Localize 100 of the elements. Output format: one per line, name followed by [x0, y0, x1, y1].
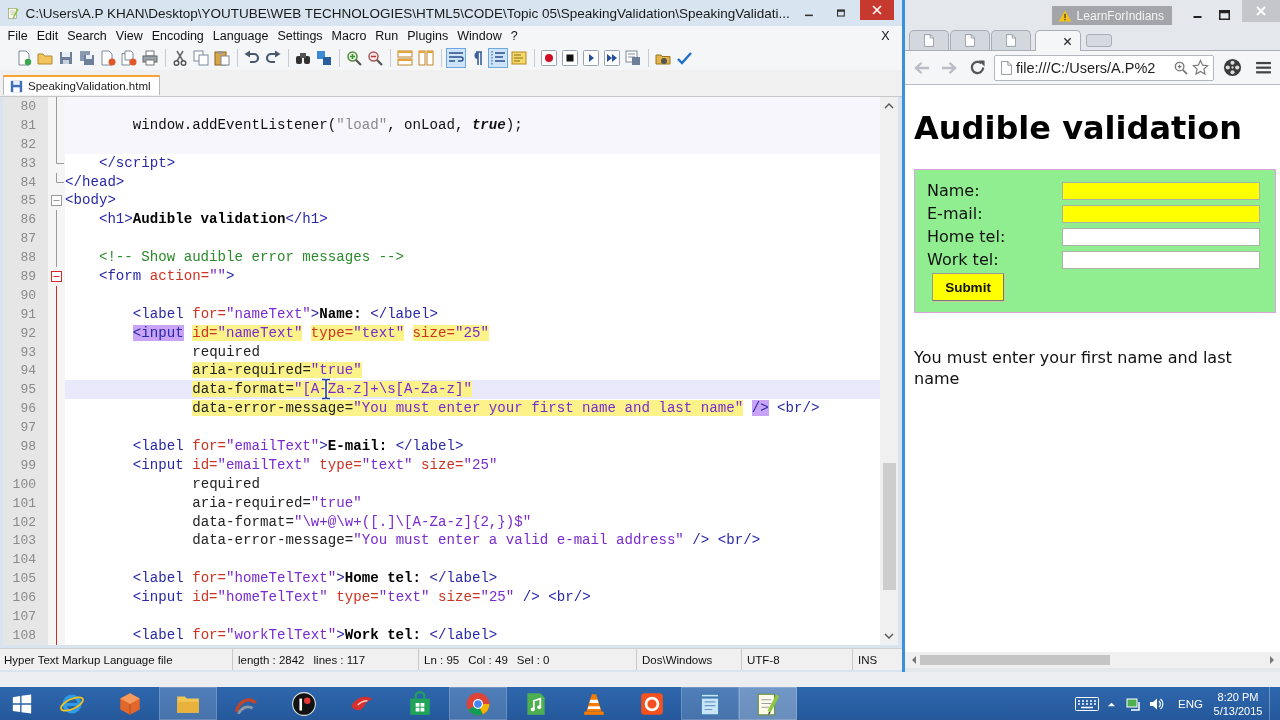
note-panel-icon	[511, 50, 527, 66]
window-close-button[interactable]	[859, 0, 894, 20]
code-line: <label for="homeTelText">Home tel: </label>	[132, 569, 498, 589]
browser-tab[interactable]	[991, 30, 1031, 50]
input-language[interactable]: ENG	[1178, 697, 1203, 710]
menu-item[interactable]: File	[3, 27, 33, 45]
menu-item[interactable]: Run	[370, 27, 403, 45]
star-icon[interactable]	[1192, 59, 1209, 76]
magnifier-minus-icon	[367, 50, 383, 66]
fast-forward-icon	[604, 50, 620, 66]
code-line: <input id="emailText" type="text" size="25"	[132, 455, 498, 475]
scroll-right-icon[interactable]	[1269, 655, 1275, 665]
menu-item[interactable]: Window	[452, 27, 507, 45]
status-text: Hyper Text Markup Language file	[4, 653, 173, 666]
magnifier-plus-icon	[346, 50, 362, 66]
file-tab[interactable]: SpeakingValidation.html	[3, 75, 160, 95]
close-icon[interactable]	[1063, 36, 1072, 46]
code-line: <label for="nameText">Name: </label>	[132, 304, 438, 324]
status-text: Sel : 0	[516, 653, 550, 666]
check-mark-icon	[676, 50, 692, 66]
screens-icon[interactable]	[1126, 695, 1143, 712]
address-bar[interactable]: file:///C:/Users/A.P%2	[994, 54, 1214, 81]
field-label: Name:	[927, 182, 981, 200]
segmented-circle-icon	[465, 690, 491, 717]
menu-item[interactable]: ?	[506, 27, 523, 45]
line-number: 87	[20, 232, 36, 246]
toolbar-button[interactable]	[602, 48, 622, 68]
code-line: data-error-message="You must enter your first name and last name" /> <br/>	[192, 399, 820, 419]
floppy-disks-icon	[79, 50, 95, 66]
text-field[interactable]	[1062, 228, 1260, 246]
menu-item[interactable]: Search	[62, 27, 112, 45]
stacked-windows-icon	[397, 50, 413, 66]
line-number: 98	[20, 439, 36, 453]
code-line: <h1>Audible validation</h1>	[98, 210, 328, 230]
status-text: Dos\Windows	[642, 653, 713, 666]
menu-item[interactable]: Macro	[327, 27, 371, 45]
maximize-icon[interactable]	[1219, 10, 1230, 20]
line-number: 88	[20, 251, 36, 265]
code-line: <label for="emailText">E-mail: </label>	[132, 437, 464, 456]
status-text: Ln : 95	[424, 653, 460, 666]
code-line: data-format="\w+@\w+([.]\[A-Za-z]{2,})$"	[192, 512, 532, 532]
film-reel-icon[interactable]	[1223, 58, 1242, 77]
text-field[interactable]	[1062, 182, 1260, 200]
menu-item[interactable]: Settings	[272, 27, 328, 45]
field-label: Work tel:	[927, 251, 1000, 269]
maximize-icon[interactable]	[836, 8, 845, 18]
text-field[interactable]	[1062, 251, 1260, 269]
caret-up-icon[interactable]	[1107, 700, 1117, 707]
scrollbar-thumb[interactable]	[920, 655, 1110, 665]
indent-lines-icon	[490, 50, 506, 66]
scroll-down-icon[interactable]	[884, 633, 894, 639]
toolbar-button[interactable]	[581, 48, 601, 68]
reload-icon[interactable]	[969, 59, 986, 76]
toolbar-button[interactable]	[560, 48, 580, 68]
line-number: 86	[20, 213, 36, 227]
scissors-icon	[172, 50, 188, 66]
page-heading: Audible validation	[914, 110, 1244, 146]
submit-button[interactable]: Submit	[932, 273, 1004, 301]
record-icon	[541, 50, 557, 66]
close-icon	[1256, 6, 1266, 16]
scroll-up-icon[interactable]	[884, 103, 894, 109]
fold-minus-icon[interactable]	[51, 270, 62, 282]
line-number: 85	[20, 194, 36, 208]
line-number: 90	[20, 288, 36, 302]
line-number: 100	[12, 477, 36, 491]
page-icon	[965, 34, 975, 47]
error-message: You must enter your first name and last name	[914, 347, 1233, 389]
menu-item[interactable]: View	[111, 27, 148, 45]
magnifier-plus-icon[interactable]	[1174, 60, 1188, 75]
toolbar-button[interactable]	[314, 48, 334, 68]
code-line: </script>	[98, 153, 176, 173]
folder-icon	[37, 50, 53, 66]
browser-tab[interactable]	[950, 30, 990, 50]
menu-item[interactable]: Encoding	[147, 27, 209, 45]
notepad-pen-icon	[7, 5, 20, 21]
menu-item[interactable]: Language	[208, 27, 273, 45]
keyboard-icon[interactable]	[1075, 696, 1100, 711]
line-number: 95	[20, 383, 36, 397]
close-tab-button[interactable]: X	[876, 27, 894, 45]
window-title: C:\Users\A.P KHAN\Desktop\YOUTUBE\WEB TECHNOLOGIES\HTML5\CODE\Topic 05\SpeakingValidation\SpeakingValidati...	[25, 5, 790, 21]
line-number: 102	[12, 515, 36, 529]
code-line: <input id="nameText" type="text" size="25"	[132, 323, 489, 343]
field-label: E-mail:	[927, 205, 984, 223]
menu-icon[interactable]	[1256, 61, 1271, 74]
line-number: 105	[12, 572, 36, 586]
menu-item[interactable]: Edit	[32, 27, 63, 45]
windows-logo-icon	[10, 692, 33, 715]
line-number: 106	[12, 591, 36, 605]
line-number: 92	[20, 326, 36, 340]
code-line: <!-- Show audible error messages -->	[98, 248, 405, 268]
browser-tab[interactable]	[909, 30, 949, 50]
code-line: <label for="workTelText">Work tel: </label>	[132, 625, 498, 645]
scroll-left-icon[interactable]	[911, 655, 917, 665]
text-field[interactable]	[1062, 205, 1260, 223]
cube-icon	[117, 690, 143, 717]
fold-minus-icon[interactable]	[51, 195, 62, 207]
scrollbar-thumb[interactable]	[882, 463, 896, 590]
menu-item[interactable]: Plugins	[402, 27, 453, 45]
code-line: required	[192, 474, 260, 494]
binoculars-icon	[295, 50, 311, 66]
